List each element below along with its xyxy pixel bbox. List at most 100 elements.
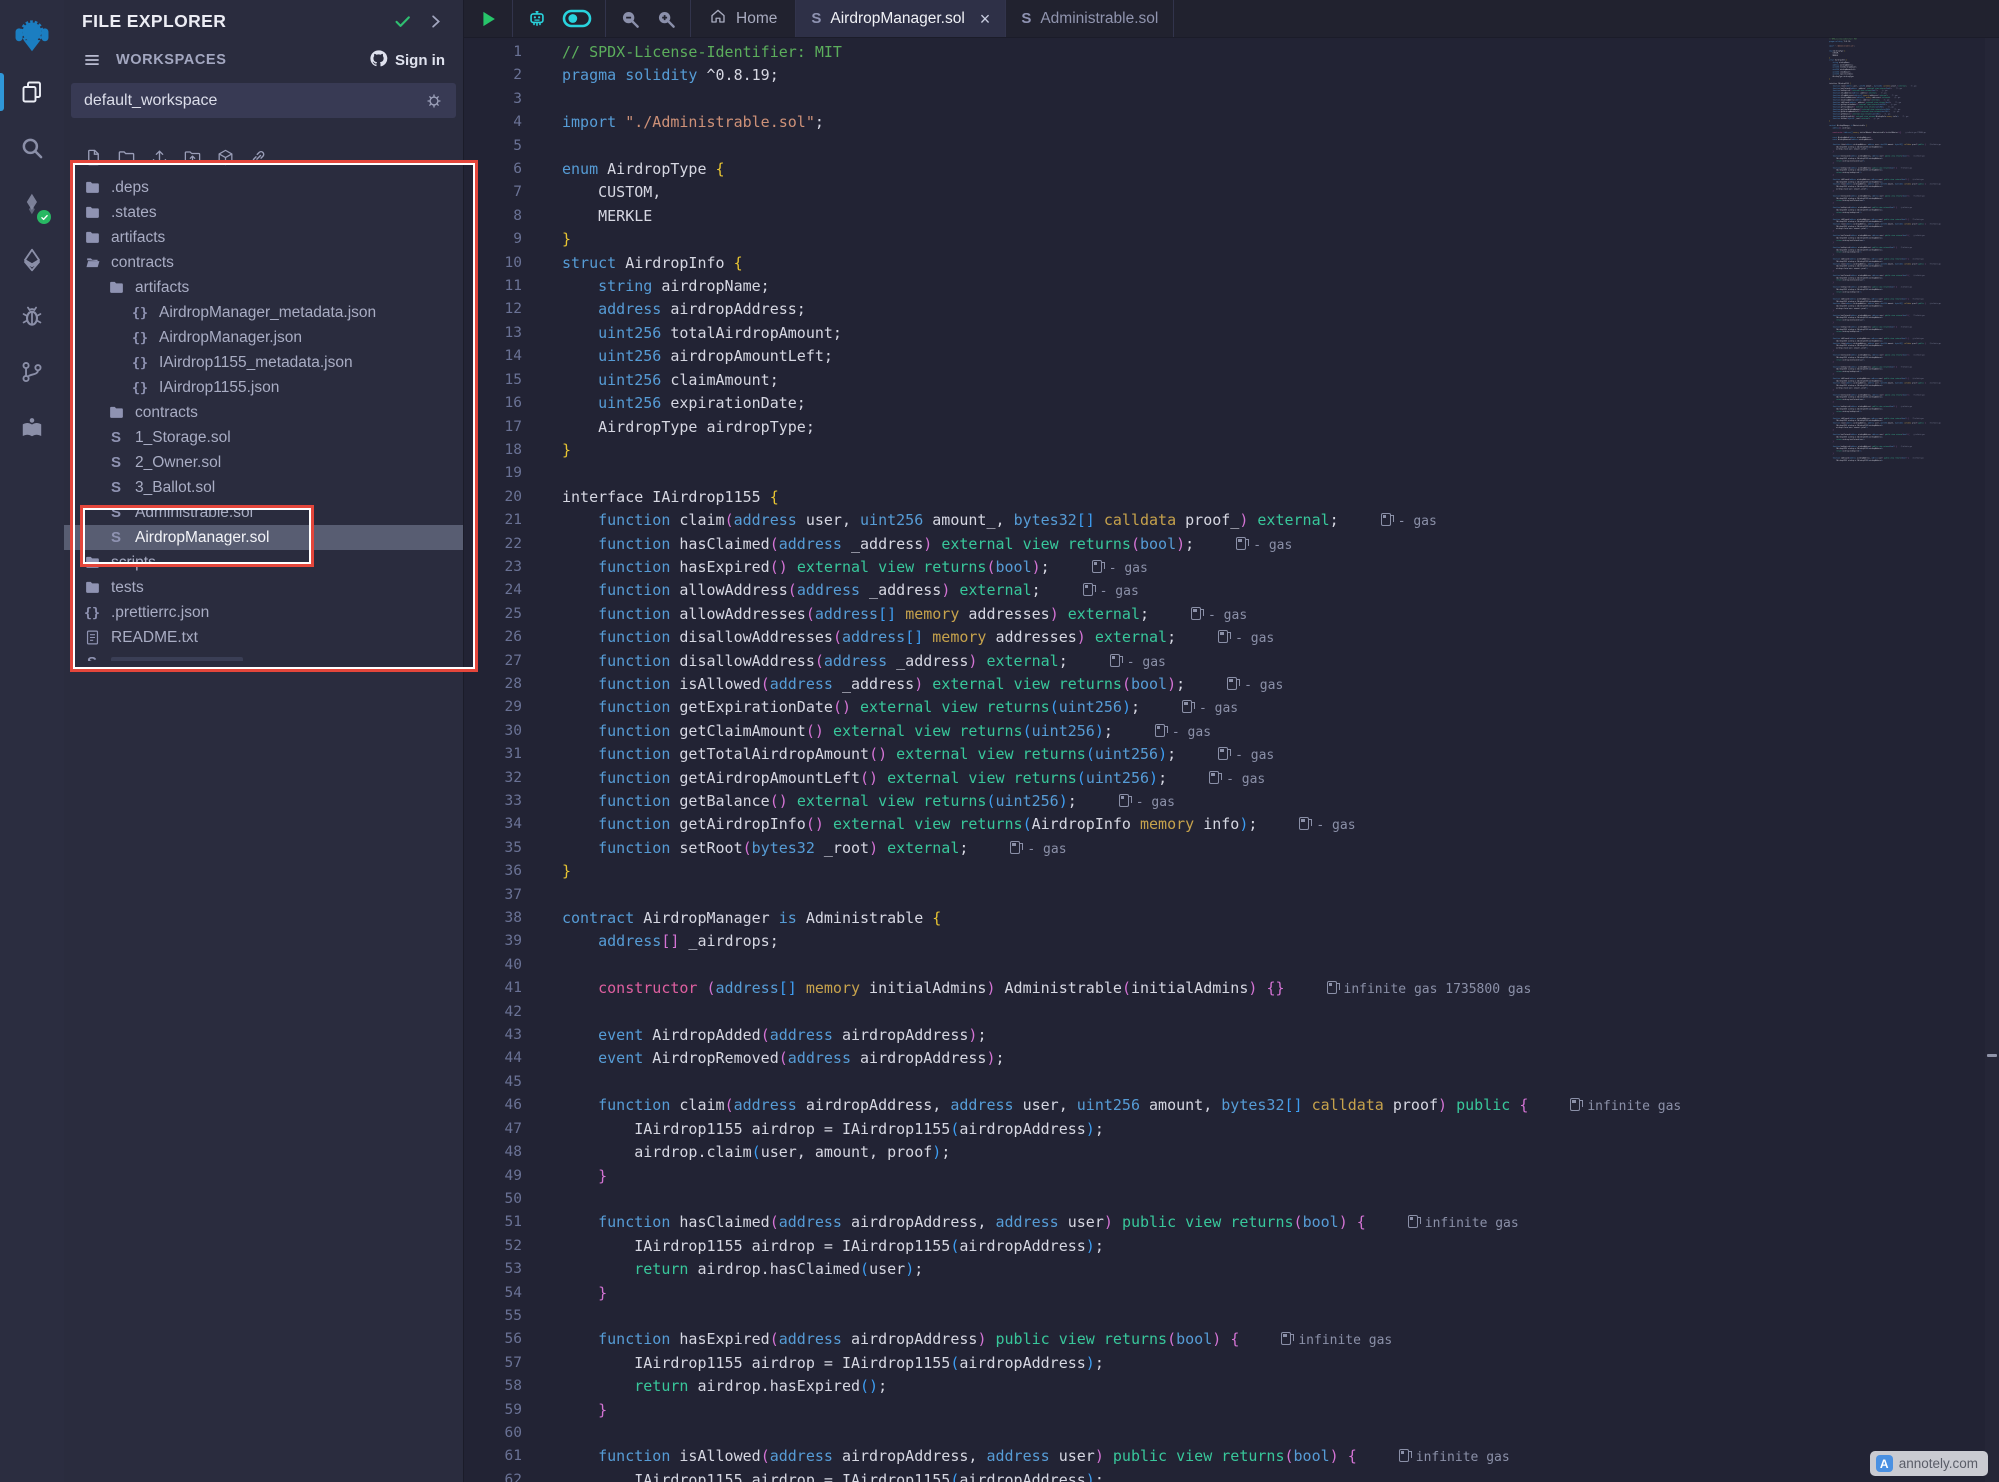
tree-item-contracts[interactable]: contracts xyxy=(64,250,463,275)
code-line-30[interactable]: 30 function getClaimAmount() external vi… xyxy=(464,720,1999,743)
code-line-62[interactable]: 62 IAirdrop1155 airdrop = IAirdrop1155(a… xyxy=(464,1469,1999,1482)
code-line-17[interactable]: 17 AirdropType airdropType; xyxy=(464,416,1999,439)
tree-item-IAirdrop1155.json[interactable]: {}IAirdrop1155.json xyxy=(64,375,463,400)
code-line-36[interactable]: 36} xyxy=(464,860,1999,883)
code-line-46[interactable]: 46 function claim(address airdropAddress… xyxy=(464,1094,1999,1117)
code-line-34[interactable]: 34 function getAirdropInfo() external vi… xyxy=(464,813,1999,836)
robot-icon[interactable] xyxy=(526,8,548,30)
tree-item-IAirdrop1155_metadata.json[interactable]: {}IAirdrop1155_metadata.json xyxy=(64,350,463,375)
check-icon[interactable] xyxy=(393,12,412,31)
code-line-8[interactable]: 8 MERKLE xyxy=(464,205,1999,228)
chevron-right-icon[interactable] xyxy=(426,12,445,31)
code-line-6[interactable]: 6enum AirdropType { xyxy=(464,158,1999,181)
code-line-16[interactable]: 16 uint256 expirationDate; xyxy=(464,392,1999,415)
solidity-compiler-icon[interactable] xyxy=(0,176,64,232)
code-line-41[interactable]: 41 constructor (address[] memory initial… xyxy=(464,977,1999,1000)
code-line-40[interactable]: 40 xyxy=(464,954,1999,977)
code-line-50[interactable]: 50 xyxy=(464,1188,1999,1211)
code-line-56[interactable]: 56 function hasExpired(address airdropAd… xyxy=(464,1328,1999,1351)
tree-item-1_Storage.sol[interactable]: S1_Storage.sol xyxy=(64,425,463,450)
code-line-38[interactable]: 38contract AirdropManager is Administrab… xyxy=(464,907,1999,930)
tree-item-.states[interactable]: .states xyxy=(64,200,463,225)
code-line-20[interactable]: 20interface IAirdrop1155 { xyxy=(464,486,1999,509)
code-line-52[interactable]: 52 IAirdrop1155 airdrop = IAirdrop1155(a… xyxy=(464,1235,1999,1258)
source-control-icon[interactable] xyxy=(0,344,64,400)
tree-item-contracts[interactable]: contracts xyxy=(64,400,463,425)
gear-icon[interactable] xyxy=(425,92,443,110)
code-line-58[interactable]: 58 return airdrop.hasExpired(); xyxy=(464,1375,1999,1398)
deploy-run-icon[interactable] xyxy=(0,232,64,288)
cube-icon[interactable] xyxy=(216,148,235,167)
code-line-10[interactable]: 10struct AirdropInfo { xyxy=(464,252,1999,275)
new-folder-icon[interactable] xyxy=(117,148,136,167)
tree-item-artifacts[interactable]: artifacts xyxy=(64,275,463,300)
code-line-22[interactable]: 22 function hasClaimed(address _address)… xyxy=(464,533,1999,556)
code-line-7[interactable]: 7 CUSTOM, xyxy=(464,181,1999,204)
code-line-54[interactable]: 54 } xyxy=(464,1282,1999,1305)
hamburger-icon[interactable] xyxy=(82,50,102,70)
tree-item-3_Ballot.sol[interactable]: S3_Ballot.sol xyxy=(64,475,463,500)
code-line-5[interactable]: 5 xyxy=(464,135,1999,158)
code-line-1[interactable]: 1// SPDX-License-Identifier: MIT xyxy=(464,41,1999,64)
toggle-icon[interactable] xyxy=(562,8,592,29)
code-line-45[interactable]: 45 xyxy=(464,1071,1999,1094)
code-line-19[interactable]: 19 xyxy=(464,462,1999,485)
code-line-37[interactable]: 37 xyxy=(464,884,1999,907)
play-icon[interactable] xyxy=(477,8,499,30)
upload-file-icon[interactable] xyxy=(150,148,169,167)
code-line-42[interactable]: 42 xyxy=(464,1001,1999,1024)
debugger-icon[interactable] xyxy=(0,288,64,344)
code-line-39[interactable]: 39 address[] _airdrops; xyxy=(464,930,1999,953)
code-line-27[interactable]: 27 function disallowAddress(address _add… xyxy=(464,650,1999,673)
tree-item-AirdropManager.json[interactable]: {}AirdropManager.json xyxy=(64,325,463,350)
code-line-47[interactable]: 47 IAirdrop1155 airdrop = IAirdrop1155(a… xyxy=(464,1118,1999,1141)
code-line-15[interactable]: 15 uint256 claimAmount; xyxy=(464,369,1999,392)
scrollbar-track[interactable] xyxy=(1985,38,1999,1482)
search-icon[interactable] xyxy=(0,120,64,176)
file-explorer-icon[interactable] xyxy=(0,64,64,120)
code-line-44[interactable]: 44 event AirdropRemoved(address airdropA… xyxy=(464,1047,1999,1070)
code-line-12[interactable]: 12 address airdropAddress; xyxy=(464,298,1999,321)
code-line-61[interactable]: 61 function isAllowed(address airdropAdd… xyxy=(464,1445,1999,1468)
code-line-32[interactable]: 32 function getAirdropAmountLeft() exter… xyxy=(464,767,1999,790)
code-line-35[interactable]: 35 function setRoot(bytes32 _root) exter… xyxy=(464,837,1999,860)
sign-in-button[interactable]: Sign in xyxy=(369,49,445,72)
code-line-29[interactable]: 29 function getExpirationDate() external… xyxy=(464,696,1999,719)
code-line-2[interactable]: 2pragma solidity ^0.8.19; xyxy=(464,64,1999,87)
scrollbar-dash[interactable] xyxy=(1987,1054,1997,1057)
code-line-23[interactable]: 23 function hasExpired() external view r… xyxy=(464,556,1999,579)
code-line-53[interactable]: 53 return airdrop.hasClaimed(user); xyxy=(464,1258,1999,1281)
code-line-13[interactable]: 13 uint256 totalAirdropAmount; xyxy=(464,322,1999,345)
tree-item-2_Owner.sol[interactable]: S2_Owner.sol xyxy=(64,450,463,475)
code-line-3[interactable]: 3 xyxy=(464,88,1999,111)
code-line-25[interactable]: 25 function allowAddresses(address[] mem… xyxy=(464,603,1999,626)
code-line-48[interactable]: 48 airdrop.claim(user, amount, proof); xyxy=(464,1141,1999,1164)
new-file-icon[interactable] xyxy=(84,148,103,167)
tab-AirdropManager.sol[interactable]: S AirdropManager.sol× xyxy=(796,0,1006,37)
code-line-21[interactable]: 21 function claim(address user, uint256 … xyxy=(464,509,1999,532)
tab-Administrable.sol[interactable]: S Administrable.sol xyxy=(1006,0,1174,37)
tree-row-clipped[interactable]: S xyxy=(64,650,463,661)
code-line-18[interactable]: 18} xyxy=(464,439,1999,462)
code-line-60[interactable]: 60 xyxy=(464,1422,1999,1445)
link-icon[interactable] xyxy=(249,148,268,167)
tree-item-README.txt[interactable]: README.txt xyxy=(64,625,463,650)
tree-item-tests[interactable]: tests xyxy=(64,575,463,600)
code-line-26[interactable]: 26 function disallowAddresses(address[] … xyxy=(464,626,1999,649)
code-line-4[interactable]: 4import "./Administrable.sol"; xyxy=(464,111,1999,134)
tree-item-AirdropManager.sol[interactable]: SAirdropManager.sol xyxy=(64,525,463,550)
code-line-28[interactable]: 28 function isAllowed(address _address) … xyxy=(464,673,1999,696)
tree-item-artifacts[interactable]: artifacts xyxy=(64,225,463,250)
tab-home[interactable]: Home xyxy=(691,0,796,37)
zoom-out-icon[interactable] xyxy=(619,8,641,30)
code-line-31[interactable]: 31 function getTotalAirdropAmount() exte… xyxy=(464,743,1999,766)
upload-folder-icon[interactable] xyxy=(183,148,202,167)
code-line-11[interactable]: 11 string airdropName; xyxy=(464,275,1999,298)
tree-item-Administrable.sol[interactable]: SAdministrable.sol xyxy=(64,500,463,525)
code-line-43[interactable]: 43 event AirdropAdded(address airdropAdd… xyxy=(464,1024,1999,1047)
workspace-select[interactable]: default_workspace xyxy=(71,83,456,118)
code-line-57[interactable]: 57 IAirdrop1155 airdrop = IAirdrop1155(a… xyxy=(464,1352,1999,1375)
code-line-24[interactable]: 24 function allowAddress(address _addres… xyxy=(464,579,1999,602)
code-line-49[interactable]: 49 } xyxy=(464,1165,1999,1188)
remix-logo-icon[interactable] xyxy=(0,8,64,64)
